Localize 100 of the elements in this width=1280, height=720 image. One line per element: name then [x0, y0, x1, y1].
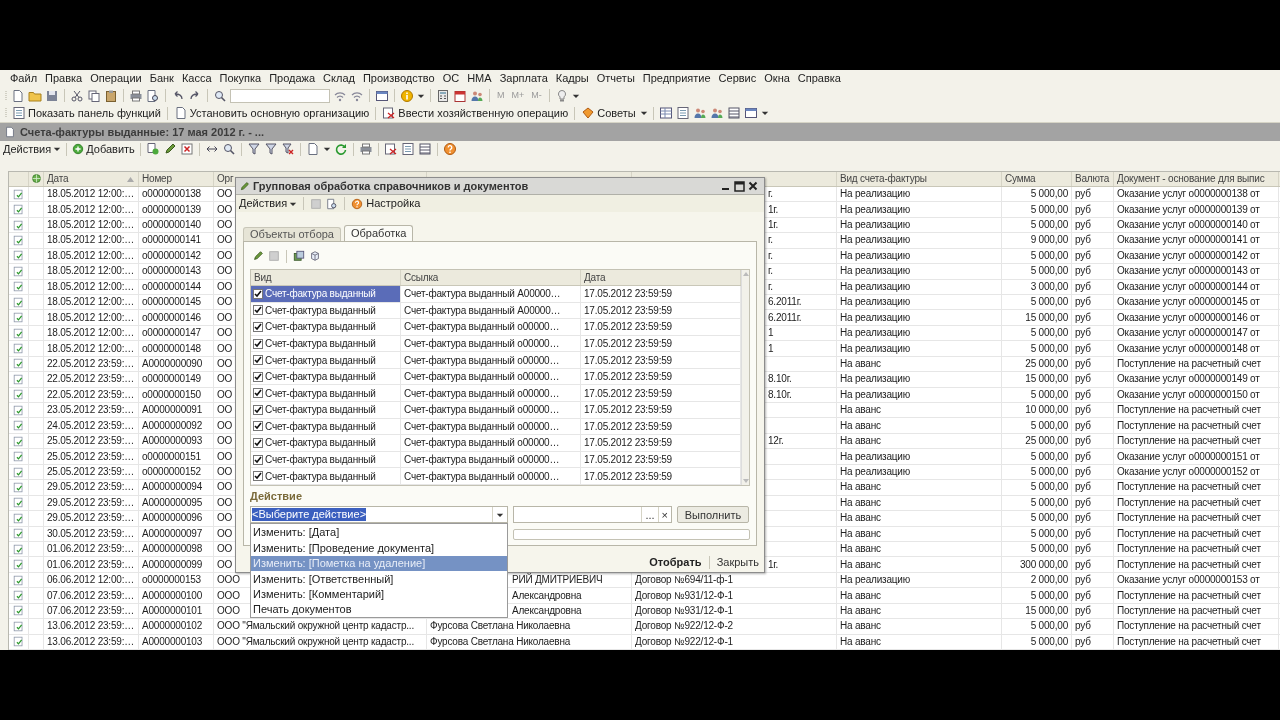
help-icon[interactable] — [442, 142, 457, 157]
dropdown-item[interactable]: Изменить: [Ответственный] — [251, 571, 507, 587]
sheet-icon[interactable] — [675, 106, 690, 121]
column-header[interactable]: Валюта — [1075, 171, 1110, 187]
copy-document-icon[interactable] — [145, 142, 160, 157]
actions-menu[interactable]: Действия — [239, 195, 298, 212]
stack-icon[interactable] — [293, 250, 305, 262]
column-header[interactable]: Вид — [254, 270, 272, 285]
menu-item[interactable]: Продажа — [265, 70, 320, 87]
column-header[interactable]: Дата — [584, 270, 606, 285]
people-icon[interactable] — [692, 106, 707, 121]
toolbar-button[interactable]: Ввести хозяйственную операцию — [381, 105, 570, 122]
search-icon[interactable] — [213, 88, 227, 103]
menu-item[interactable]: Файл — [6, 70, 42, 87]
table-cell: руб — [1075, 248, 1091, 263]
footer-button[interactable]: Отобрать — [649, 554, 702, 571]
window-icon[interactable] — [375, 88, 389, 103]
column-header[interactable]: Дата — [47, 171, 69, 187]
checkbox[interactable] — [253, 321, 263, 332]
checkbox[interactable] — [253, 404, 263, 415]
menu-item[interactable]: Склад — [319, 70, 359, 87]
menu-item[interactable]: Сервис — [714, 70, 761, 87]
actions-menu[interactable]: Действия — [3, 141, 62, 158]
picker-button[interactable]: ... — [641, 507, 658, 522]
preview-icon[interactable] — [326, 197, 339, 210]
add-button[interactable]: Добавить — [72, 141, 135, 158]
close-icon[interactable] — [748, 181, 758, 191]
settings-button[interactable]: Настройка — [351, 195, 421, 212]
sheet-icon[interactable] — [400, 142, 415, 157]
list-icon[interactable] — [417, 142, 432, 157]
toolbar-button[interactable]: Советы — [580, 105, 637, 122]
search-combo-field[interactable] — [230, 88, 330, 103]
menu-item[interactable]: Отчеты — [592, 70, 639, 87]
menu-item[interactable]: Предприятие — [638, 70, 715, 87]
calendar-icon[interactable] — [453, 88, 467, 103]
menu-item[interactable]: Кадры — [551, 70, 593, 87]
grip-handle[interactable] — [4, 88, 8, 103]
grid-icon[interactable] — [658, 106, 673, 121]
scissors-icon[interactable] — [70, 88, 84, 103]
column-header[interactable]: Сумма — [1005, 171, 1036, 187]
column-header[interactable]: Документ - основание для выпис — [1117, 171, 1265, 187]
checkbox[interactable] — [253, 338, 263, 349]
maximize-icon[interactable] — [734, 180, 745, 192]
clear-filter-icon[interactable] — [280, 142, 295, 157]
window-icon[interactable] — [743, 106, 758, 121]
caret-icon[interactable] — [760, 109, 769, 118]
column-header[interactable]: Ссылка — [404, 270, 439, 285]
menu-item[interactable]: Операции — [86, 70, 146, 87]
column-header[interactable]: Орг — [217, 171, 234, 187]
toolbar-button[interactable]: Установить основную организацию — [172, 105, 371, 122]
floppy-icon[interactable] — [45, 88, 59, 103]
menu-item[interactable]: Правка — [41, 70, 87, 87]
menu-item[interactable]: Покупка — [215, 70, 266, 87]
table-cell: 5 000,00 — [1030, 526, 1068, 541]
printer-icon[interactable] — [358, 142, 373, 157]
toolbar-button[interactable]: Показать панель функций — [11, 105, 162, 122]
column-header[interactable]: Вид счета-фактуры — [840, 171, 927, 187]
picker-button[interactable]: × — [657, 507, 671, 522]
column-header[interactable]: Номер — [142, 171, 172, 187]
menu-item[interactable]: ОС — [438, 70, 464, 87]
value-field[interactable]: ... × — [513, 506, 672, 523]
menu-item[interactable]: Справка — [793, 70, 845, 87]
checkbox[interactable] — [253, 388, 263, 399]
document-icon[interactable] — [11, 88, 25, 103]
checkbox[interactable] — [253, 471, 263, 482]
checkbox[interactable] — [253, 371, 263, 382]
checkbox[interactable] — [253, 438, 263, 448]
dropdown-item[interactable]: Изменить: [Дата] — [251, 525, 507, 541]
checkbox[interactable] — [253, 454, 263, 465]
preview-icon[interactable] — [146, 88, 160, 103]
menu-item[interactable]: Окна — [760, 70, 794, 87]
search-icon[interactable] — [221, 142, 236, 157]
checkbox[interactable] — [253, 288, 263, 299]
tab[interactable]: Обработка — [344, 225, 414, 241]
checkbox[interactable] — [253, 421, 263, 432]
people-icon[interactable] — [709, 106, 724, 121]
tab[interactable]: Объекты отбора — [243, 227, 341, 241]
menu-item[interactable]: Зарплата — [495, 70, 552, 87]
dropdown-item[interactable]: Изменить: [Проведение документа] — [251, 540, 507, 556]
checkbox[interactable] — [253, 305, 263, 316]
cube-icon[interactable] — [309, 250, 321, 262]
dropdown-item[interactable]: Печать документов — [251, 601, 507, 618]
checkbox[interactable] — [253, 355, 263, 366]
calculator-icon[interactable] — [436, 88, 450, 103]
menu-item[interactable]: Производство — [358, 70, 439, 87]
table-cell: Оказание услуг о0000000138 от — [1117, 187, 1260, 202]
action-select[interactable]: <Выберите действие> — [250, 506, 508, 523]
menu-item[interactable]: Банк — [145, 70, 178, 87]
table-cell-text: 17.05.2012 23:59:59 — [584, 303, 672, 318]
dropdown-item[interactable]: Изменить: [Комментарий] — [251, 586, 507, 602]
menu-item[interactable]: Касса — [177, 70, 216, 87]
execute-button[interactable]: Выполнить — [677, 506, 749, 523]
printer-icon[interactable] — [129, 88, 143, 103]
clipboard-icon[interactable] — [104, 88, 118, 103]
delete-icon[interactable] — [179, 142, 194, 157]
list-icon[interactable] — [726, 106, 741, 121]
copy-icon[interactable] — [87, 88, 101, 103]
menu-item[interactable]: НМА — [463, 70, 496, 87]
footer-button[interactable]: Закрыть — [716, 554, 759, 571]
pencil-icon[interactable] — [252, 250, 264, 262]
